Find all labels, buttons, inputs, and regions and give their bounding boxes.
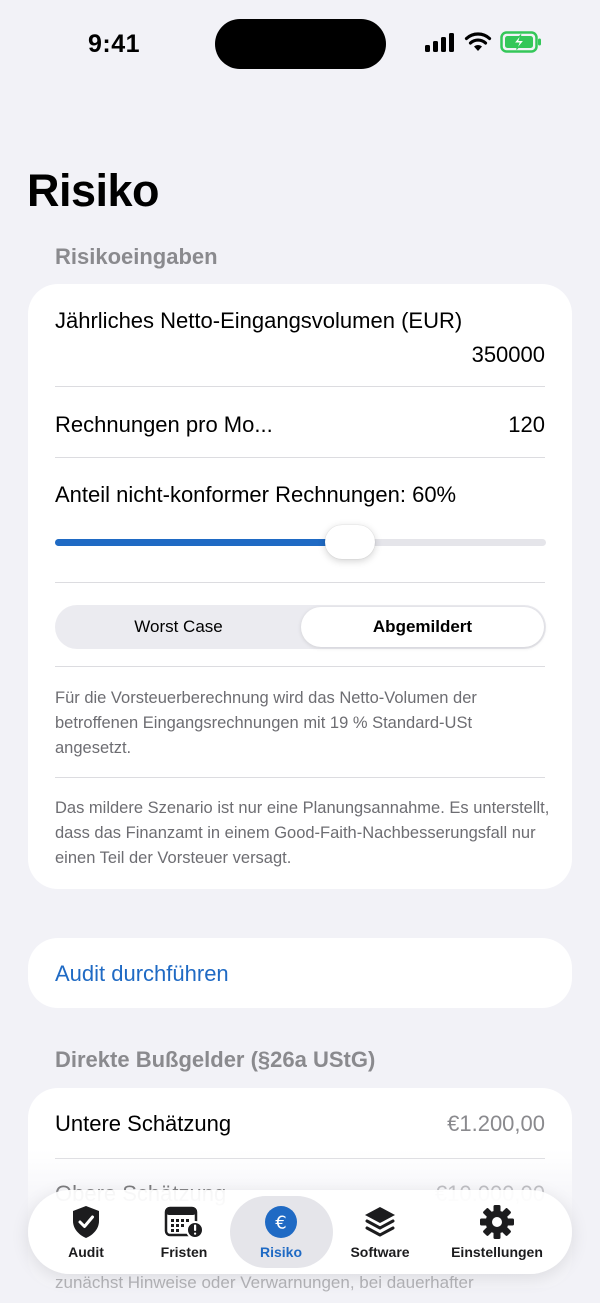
slider-thumb[interactable] [325, 525, 375, 559]
fines-footnote: zunächst Hinweise oder Verwarnungen, bei… [55, 1273, 474, 1292]
section-header-direct-fines: Direkte Bußgelder (§26a UStG) [55, 1047, 376, 1072]
divider [55, 457, 545, 458]
wifi-icon [464, 32, 492, 51]
divider [55, 777, 545, 778]
scenario-segmented-control: Worst Case Abgemildert [55, 605, 546, 649]
divider [55, 386, 545, 387]
tab-label: Einstellungen [451, 1244, 543, 1260]
divider [55, 666, 545, 667]
section-header-risk-inputs: Risikoeingaben [55, 244, 218, 269]
divider [55, 1158, 545, 1159]
gear-icon [480, 1205, 514, 1239]
annual-volume-field[interactable]: 350000 [472, 342, 545, 368]
segment-abgemildert[interactable]: Abgemildert [301, 607, 544, 647]
tab-software[interactable]: Software [334, 1190, 426, 1274]
calendar-alert-icon [164, 1206, 204, 1239]
tab-label: Risiko [259, 1244, 302, 1260]
page-title: Risiko [27, 165, 160, 216]
layers-stack-icon [365, 1207, 395, 1237]
tab-bar: Audit Fristen € Risiko Software Einstell… [28, 1190, 572, 1274]
risk-inputs-card: Jährliches Netto-Eingangsvolumen (EUR) 3… [28, 284, 572, 889]
lower-estimate-label: Untere Schätzung [55, 1111, 232, 1136]
status-icons [424, 31, 542, 53]
mild-scenario-note: Das mildere Szenario ist nur eine Planun… [55, 799, 550, 867]
tab-label: Software [350, 1244, 410, 1260]
dynamic-island [215, 19, 386, 69]
tab-audit[interactable]: Audit [40, 1190, 132, 1274]
annual-volume-label: Jährliches Netto-Eingangsvolumen (EUR) [55, 308, 463, 333]
run-audit-button[interactable]: Audit durchführen [55, 961, 229, 987]
tab-label: Audit [68, 1244, 104, 1260]
noncompliant-share-label: Anteil nicht-konformer Rechnungen: 60% [55, 482, 457, 507]
svg-text:€: € [275, 1213, 286, 1234]
cellular-signal-icon [425, 33, 454, 52]
segment-worst-case[interactable]: Worst Case [57, 607, 300, 647]
tab-fristen[interactable]: Fristen [138, 1190, 230, 1274]
status-time: 9:41 [88, 30, 141, 58]
invoices-per-month-field[interactable]: 120 [508, 412, 545, 438]
status-bar: 9:41 [0, 0, 600, 90]
tab-risiko[interactable]: € Risiko [235, 1190, 327, 1274]
tab-einstellungen[interactable]: Einstellungen [438, 1190, 556, 1274]
divider [55, 582, 545, 583]
lower-estimate-value: €1.200,00 [447, 1111, 545, 1136]
battery-charging-icon [500, 31, 541, 53]
slider-fill [55, 539, 350, 546]
invoices-per-month-label: Rechnungen pro Mo... [55, 412, 273, 437]
euro-circle-icon: € [265, 1206, 297, 1238]
noncompliant-share-slider[interactable] [55, 525, 546, 559]
vat-calculation-note: Für die Vorsteuerberechnung wird das Net… [55, 689, 477, 757]
tab-label: Fristen [160, 1244, 208, 1260]
shield-check-icon [73, 1206, 99, 1238]
audit-action-card[interactable]: Audit durchführen [28, 938, 572, 1008]
